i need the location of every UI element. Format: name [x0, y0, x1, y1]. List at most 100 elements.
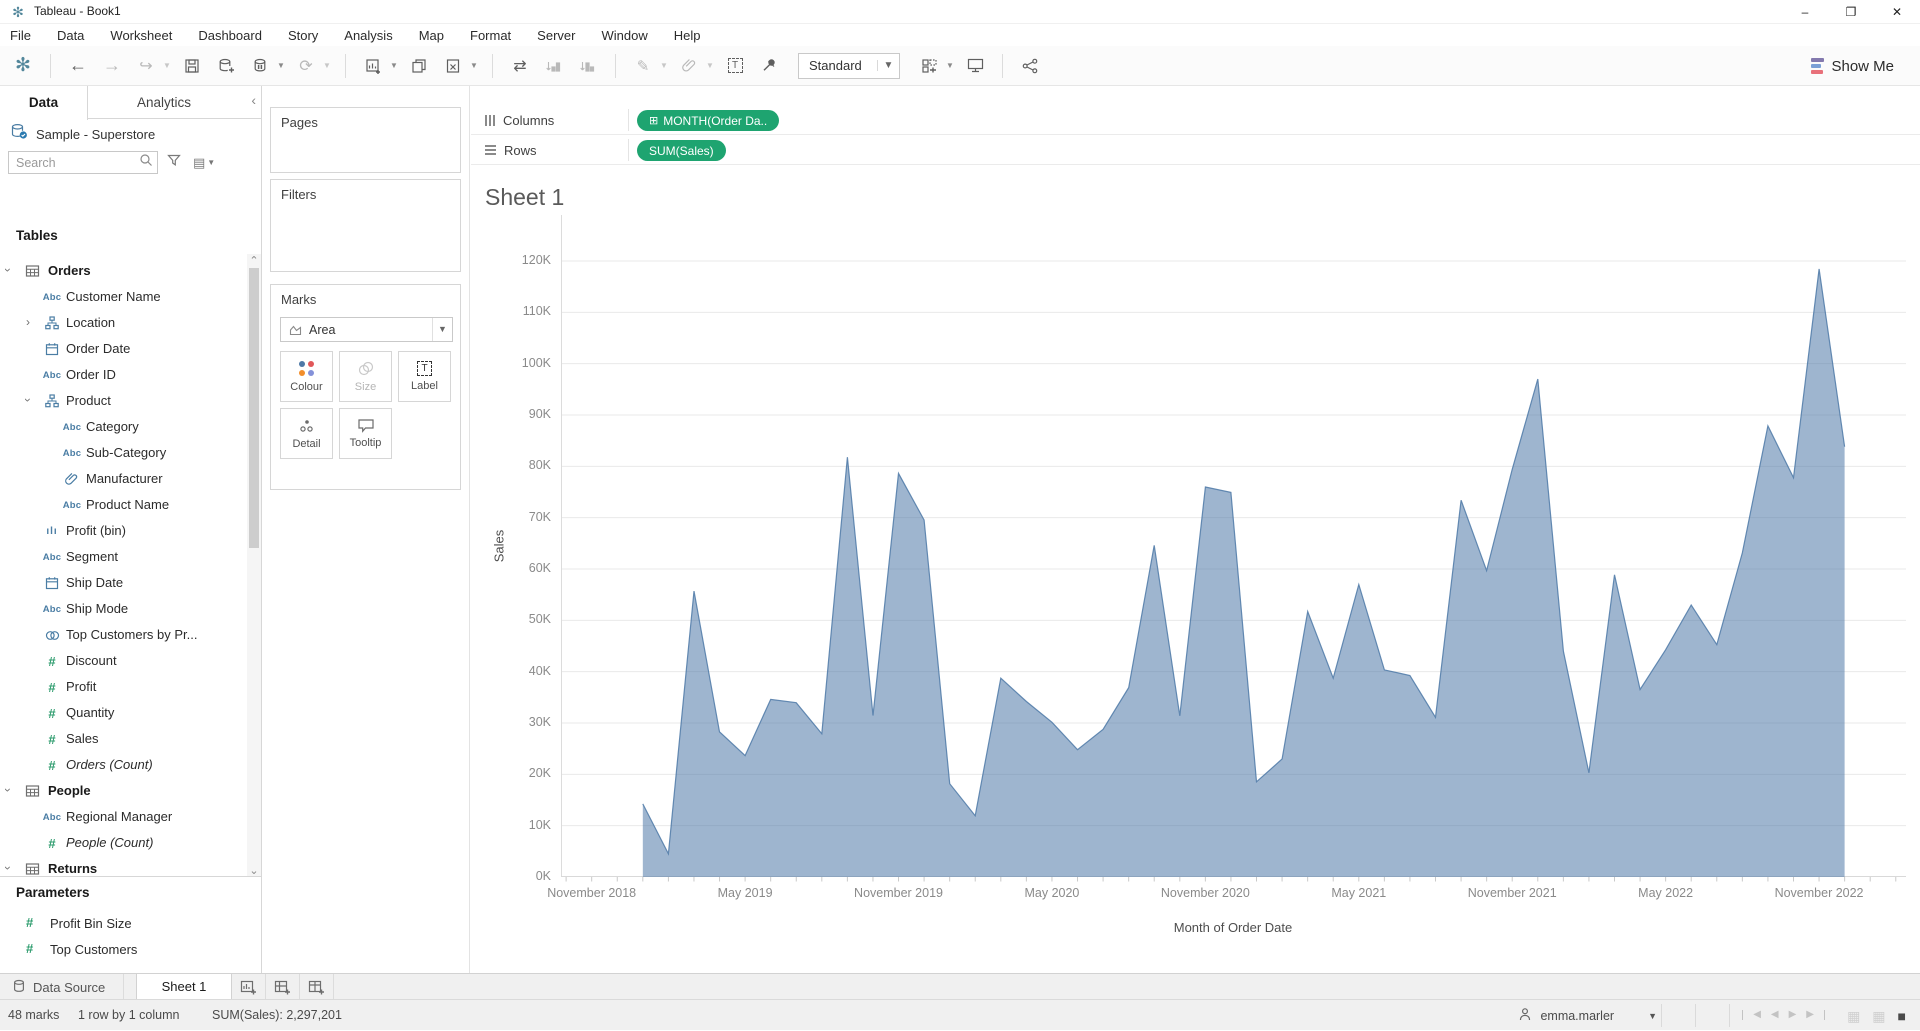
chevron-down-icon[interactable]: › — [21, 393, 35, 407]
field-row-sales[interactable]: # Sales — [0, 726, 244, 752]
menu-data[interactable]: Data — [55, 28, 86, 43]
run-update-button[interactable]: ⟳ — [291, 51, 321, 81]
parameter-row-profit-bin-size[interactable]: # Profit Bin Size — [0, 911, 244, 937]
menu-story[interactable]: Story — [286, 28, 320, 43]
filmstrip-icon[interactable]: ▦ — [1872, 1008, 1885, 1025]
show-hide-cards-button-caret[interactable]: ▼ — [946, 61, 956, 70]
menu-help[interactable]: Help — [672, 28, 703, 43]
field-row-people-count[interactable]: # People (Count) — [0, 830, 244, 856]
new-dashboard-tab-button[interactable] — [267, 974, 300, 1000]
maximize-button[interactable]: ❐ — [1828, 0, 1874, 24]
menu-map[interactable]: Map — [417, 28, 446, 43]
field-row-manufacturer[interactable]: Manufacturer — [0, 466, 244, 492]
group-members-button[interactable] — [674, 51, 704, 81]
size-button[interactable]: Size — [339, 351, 392, 402]
sort-descending-button[interactable] — [573, 51, 603, 81]
scroll-up-icon[interactable]: ⌃ — [247, 254, 261, 268]
share-button[interactable] — [1015, 51, 1045, 81]
new-worksheet-button-caret[interactable]: ▼ — [390, 61, 400, 70]
field-row-order-date[interactable]: Order Date — [0, 336, 244, 362]
chevron-down-icon[interactable]: › — [1, 861, 15, 875]
next-sheet-icon[interactable]: ▶ — [1789, 1009, 1797, 1020]
show-mark-labels-button[interactable]: T — [720, 51, 750, 81]
rows-pill-sum-sales[interactable]: SUM(Sales) — [637, 140, 726, 161]
field-row-order-id[interactable]: Abc Order ID — [0, 362, 244, 388]
show-tabs-icon[interactable]: ■ — [1898, 1008, 1906, 1025]
filters-shelf[interactable]: Filters — [270, 179, 461, 272]
field-row-category[interactable]: Abc Category — [0, 414, 244, 440]
field-row-regional-manager[interactable]: Abc Regional Manager — [0, 804, 244, 830]
menu-file[interactable]: File — [8, 28, 33, 43]
tab-analytics[interactable]: Analytics — [89, 86, 239, 119]
clear-sheet-button-caret[interactable]: ▼ — [470, 61, 480, 70]
sheet-sorter-icon[interactable]: ▦ — [1847, 1008, 1860, 1025]
pages-shelf[interactable]: Pages — [270, 107, 461, 173]
field-row-product[interactable]: › Product — [0, 388, 244, 414]
clear-sheet-button[interactable] — [438, 51, 468, 81]
last-sheet-icon[interactable]: ▶ — [1806, 1009, 1814, 1020]
view-as-icon[interactable]: ▤ ▼ — [193, 155, 215, 171]
swap-rows-columns-button[interactable]: ⇄ — [505, 51, 535, 81]
menu-analysis[interactable]: Analysis — [342, 28, 394, 43]
columns-pill-month-order-date[interactable]: ⊞ MONTH(Order Da.. — [637, 110, 780, 131]
redo-button[interactable]: → — [97, 51, 127, 81]
field-row-location[interactable]: › Location — [0, 310, 244, 336]
fix-axes-button[interactable] — [754, 51, 784, 81]
menu-worksheet[interactable]: Worksheet — [108, 28, 174, 43]
label-button[interactable]: T Label — [398, 351, 451, 402]
replay-button-caret[interactable]: ▼ — [163, 61, 173, 70]
fit-selector[interactable]: Standard ▼ — [798, 52, 900, 79]
menu-dashboard[interactable]: Dashboard — [196, 28, 264, 43]
rows-shelf[interactable]: Rows SUM(Sales) — [471, 136, 1920, 165]
pause-auto-updates-button[interactable] — [245, 51, 275, 81]
close-button[interactable]: ✕ — [1874, 0, 1920, 24]
scrollbar-thumb[interactable] — [249, 268, 259, 548]
menu-window[interactable]: Window — [599, 28, 649, 43]
duplicate-button[interactable] — [404, 51, 434, 81]
tab-data[interactable]: Data — [0, 86, 88, 120]
field-row-ship-date[interactable]: Ship Date — [0, 570, 244, 596]
new-worksheet-tab-button[interactable] — [233, 974, 266, 1000]
chevron-right-icon[interactable]: › — [26, 315, 30, 329]
datasource-row[interactable]: Sample - Superstore — [0, 120, 261, 148]
save-button[interactable] — [177, 51, 207, 81]
undo-button[interactable]: ← — [63, 51, 93, 81]
field-row-orders-count[interactable]: # Orders (Count) — [0, 752, 244, 778]
detail-button[interactable]: Detail — [280, 408, 333, 459]
chevron-down-icon[interactable]: › — [1, 783, 15, 797]
show-me-button[interactable]: Show Me — [1811, 53, 1894, 79]
sales-area-chart[interactable] — [561, 215, 1906, 883]
field-row-top-customers-by-pr[interactable]: Top Customers by Pr... — [0, 622, 244, 648]
new-datasource-button[interactable] — [211, 51, 241, 81]
sheet-navigation[interactable]: ◀ ◀ ▶ ▶ — [1742, 1009, 1825, 1020]
show-hide-cards-button[interactable] — [914, 51, 944, 81]
chevron-down-icon[interactable]: › — [1, 263, 15, 277]
search-input[interactable] — [8, 151, 158, 174]
field-row-profit[interactable]: # Profit — [0, 674, 244, 700]
pause-auto-updates-button-caret[interactable]: ▼ — [277, 61, 287, 70]
first-sheet-icon[interactable]: ◀ — [1753, 1009, 1761, 1020]
highlight-button-caret[interactable]: ▼ — [660, 61, 670, 70]
presentation-mode-button[interactable] — [960, 51, 990, 81]
new-worksheet-button[interactable] — [358, 51, 388, 81]
data-pane-scrollbar[interactable]: ⌃ ⌄ — [247, 254, 261, 878]
area-chart-svg[interactable] — [561, 215, 1906, 883]
sheet-tab-sheet1[interactable]: Sheet 1 — [136, 974, 232, 1000]
mark-type-dropdown[interactable]: Area ▼ — [280, 317, 453, 342]
field-row-customer-name[interactable]: Abc Customer Name — [0, 284, 244, 310]
field-row-quantity[interactable]: # Quantity — [0, 700, 244, 726]
run-update-button-caret[interactable]: ▼ — [323, 61, 333, 70]
user-menu[interactable]: emma.marler ▼ — [1518, 1000, 1657, 1031]
field-row-orders[interactable]: › Orders — [0, 258, 244, 284]
group-members-button-caret[interactable]: ▼ — [706, 61, 716, 70]
sort-ascending-button[interactable] — [539, 51, 569, 81]
tooltip-button[interactable]: Tooltip — [339, 408, 392, 459]
collapse-pane-icon[interactable]: ‹ — [251, 92, 256, 108]
data-source-tab[interactable]: Data Source — [0, 974, 125, 1000]
menu-format[interactable]: Format — [468, 28, 513, 43]
menu-server[interactable]: Server — [535, 28, 577, 43]
columns-shelf[interactable]: Columns ⊞ MONTH(Order Da.. — [471, 106, 1920, 135]
new-story-tab-button[interactable] — [301, 974, 334, 1000]
highlight-button[interactable]: ✎ — [628, 51, 658, 81]
filter-fields-icon[interactable] — [167, 154, 181, 172]
